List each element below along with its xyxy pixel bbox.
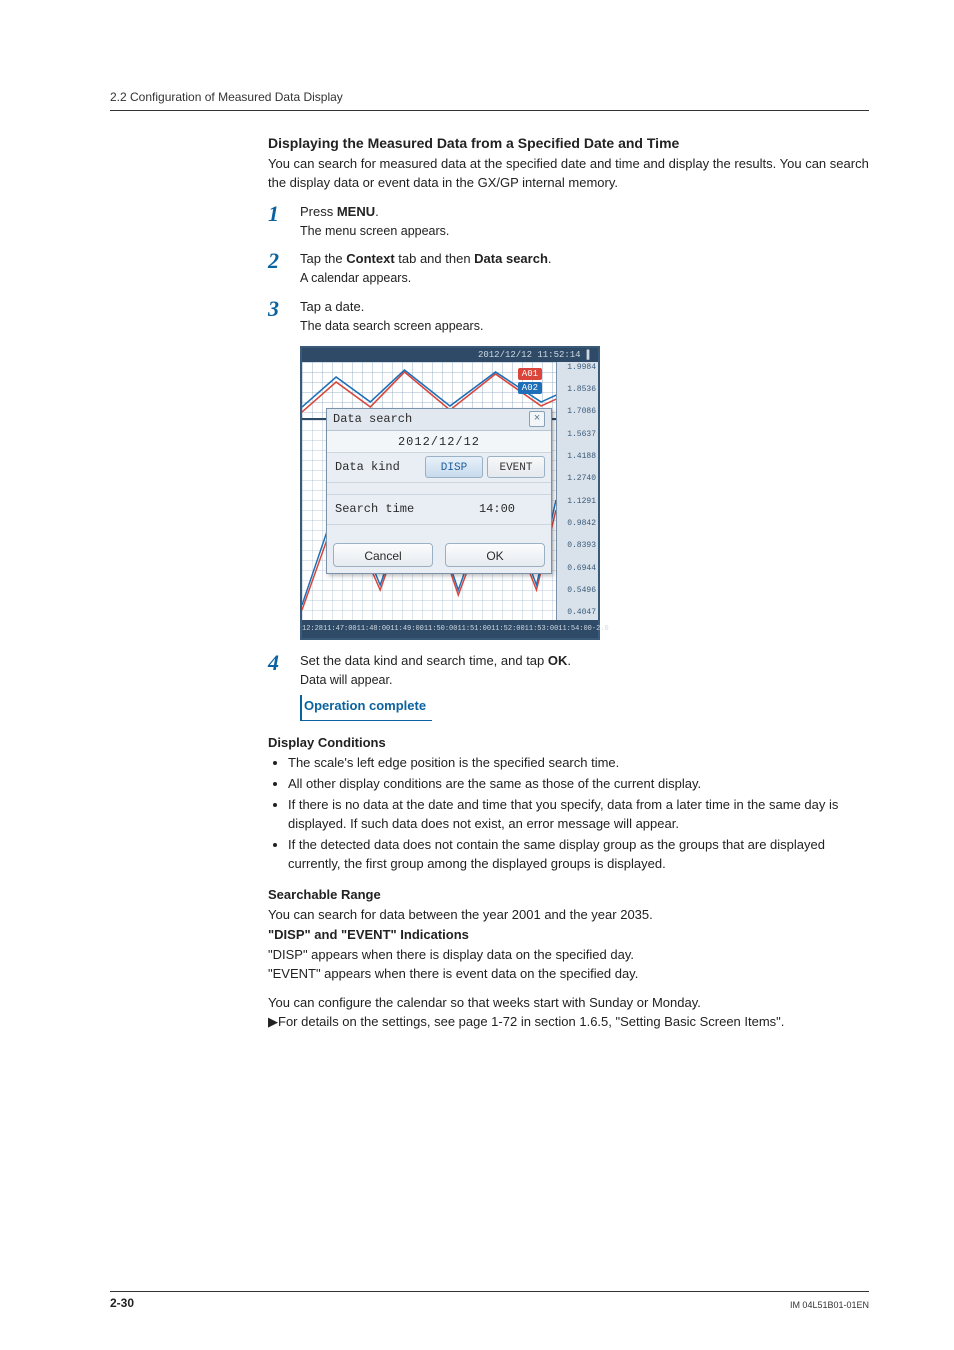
x-axis: 12:2811:47:00 11:48:0011:49:00 11:50:001… bbox=[302, 620, 556, 638]
operation-complete-badge: Operation complete bbox=[300, 695, 432, 721]
battery-icon: ▌ bbox=[587, 350, 592, 360]
step-number: 1 bbox=[268, 203, 300, 225]
list-item: If the detected data does not contain th… bbox=[288, 836, 869, 874]
content-body: Displaying the Measured Data from a Spec… bbox=[268, 135, 869, 1032]
step-number: 3 bbox=[268, 298, 300, 320]
figure-titlebar: 2012/12/12 11:52:14 ▌ bbox=[302, 348, 598, 362]
step-text: Press MENU. bbox=[300, 204, 379, 219]
step-1: 1 Press MENU. The menu screen appears. bbox=[268, 203, 869, 241]
footer-rule bbox=[110, 1291, 869, 1292]
data-search-figure: 2012/12/12 11:52:14 ▌ A01 A02 bbox=[300, 346, 869, 640]
event-button[interactable]: EVENT bbox=[487, 456, 545, 478]
step-4: 4 Set the data kind and search time, and… bbox=[268, 652, 869, 722]
channel-tag-a02: A02 bbox=[518, 382, 542, 394]
doc-id: IM 04L51B01-01EN bbox=[790, 1300, 869, 1310]
dialog-title: Data search bbox=[333, 412, 412, 426]
data-kind-label: Data kind bbox=[327, 460, 425, 474]
y-scale: 1.99841.85361.7086 1.56371.41881.2740 1.… bbox=[556, 362, 598, 620]
triangle-icon: ▶ bbox=[268, 1014, 278, 1029]
step-2: 2 Tap the Context tab and then Data sear… bbox=[268, 250, 869, 288]
channel-tag-a01: A01 bbox=[518, 368, 542, 380]
step-sub: A calendar appears. bbox=[300, 271, 411, 285]
step-sub: Data will appear. bbox=[300, 673, 392, 687]
disp-button[interactable]: DISP bbox=[425, 456, 483, 478]
list-item: All other display conditions are the sam… bbox=[288, 775, 869, 794]
steps-list: 1 Press MENU. The menu screen appears. 2… bbox=[268, 203, 869, 722]
intro-paragraph: You can search for measured data at the … bbox=[268, 155, 869, 193]
section-header: 2.2 Configuration of Measured Data Displ… bbox=[110, 90, 869, 104]
dialog-date: 2012/12/12 bbox=[327, 431, 551, 453]
step-text: Set the data kind and search time, and t… bbox=[300, 653, 571, 668]
cross-reference: ▶For details on the settings, see page 1… bbox=[268, 1013, 869, 1032]
step-sub: The data search screen appears. bbox=[300, 319, 483, 333]
figure-timestamp: 2012/12/12 11:52:14 bbox=[478, 350, 581, 360]
step-text: Tap the Context tab and then Data search… bbox=[300, 251, 552, 266]
search-time-label: Search time bbox=[327, 502, 443, 516]
step-number: 4 bbox=[268, 652, 300, 674]
calendar-config-text: You can configure the calendar so that w… bbox=[268, 994, 869, 1013]
display-conditions-list: The scale's left edge position is the sp… bbox=[268, 754, 869, 873]
searchable-range-text: You can search for data between the year… bbox=[268, 906, 869, 925]
data-search-dialog: Data search × 2012/12/12 Data kind DISP … bbox=[326, 408, 552, 574]
disp-indication-text: "DISP" appears when there is display dat… bbox=[268, 946, 869, 965]
close-icon[interactable]: × bbox=[529, 411, 545, 427]
step-text: Tap a date. bbox=[300, 299, 364, 314]
step-number: 2 bbox=[268, 250, 300, 272]
step-3: 3 Tap a date. The data search screen app… bbox=[268, 298, 869, 336]
cancel-button[interactable]: Cancel bbox=[333, 543, 433, 567]
disp-event-heading: "DISP" and "EVENT" Indications bbox=[268, 927, 869, 942]
page-title: Displaying the Measured Data from a Spec… bbox=[268, 135, 869, 151]
ok-button[interactable]: OK bbox=[445, 543, 545, 567]
list-item: The scale's left edge position is the sp… bbox=[288, 754, 869, 773]
searchable-range-heading: Searchable Range bbox=[268, 887, 869, 902]
step-sub: The menu screen appears. bbox=[300, 224, 449, 238]
search-time-value[interactable]: 14:00 bbox=[443, 502, 551, 516]
page-number: 2-30 bbox=[110, 1296, 134, 1310]
display-conditions-heading: Display Conditions bbox=[268, 735, 869, 750]
event-indication-text: "EVENT" appears when there is event data… bbox=[268, 965, 869, 984]
list-item: If there is no data at the date and time… bbox=[288, 796, 869, 834]
header-rule bbox=[110, 110, 869, 111]
